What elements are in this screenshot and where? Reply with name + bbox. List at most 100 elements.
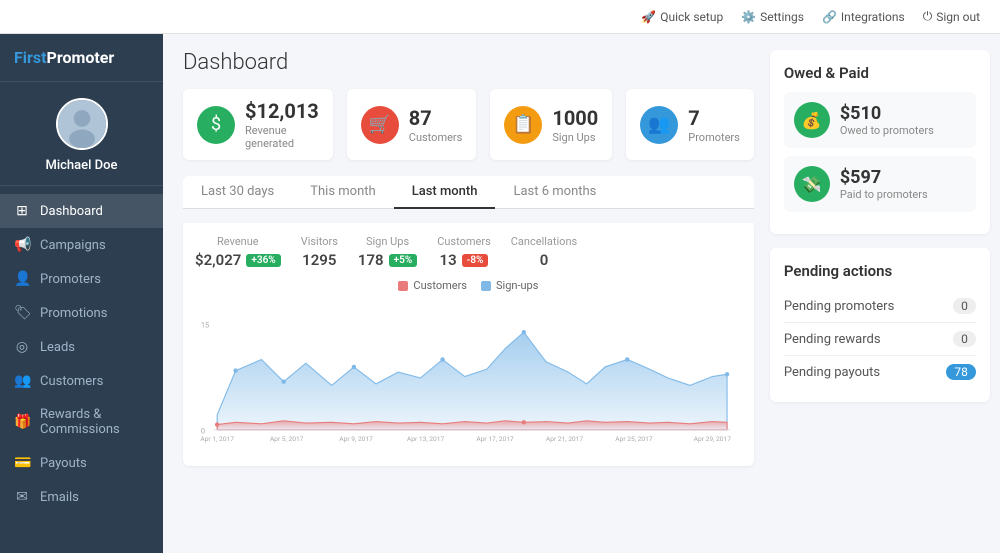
quick-setup-icon: 🚀 [641,10,656,24]
stat-customers-info: 87 Customers [409,106,463,144]
customers-value: 87 [409,106,463,130]
revenue-label: Revenue generated [245,124,319,150]
svg-text:Apr 29, 2017: Apr 29, 2017 [694,435,732,443]
chart-revenue-label: Revenue [195,235,281,248]
sidebar-item-customers[interactable]: 👥 Customers [0,364,163,398]
sidebar-item-promotions[interactable]: 🏷 Promotions [0,296,163,330]
chart-dot-red [522,420,526,424]
stats-row: $ $12,013 Revenue generated 🛒 87 Custome… [183,89,754,160]
stat-card-signups: 📋 1000 Sign Ups [490,89,612,160]
customers-stat-icon: 🛒 [361,106,399,144]
tab-lastmonth[interactable]: Last month [394,176,496,209]
owed-paid-title: Owed & Paid [784,64,976,82]
integrations-label: Integrations [841,10,905,24]
svg-text:15: 15 [201,321,209,330]
legend-signups-label: Sign-ups [496,279,538,292]
sidebar-item-campaigns[interactable]: 📢 Campaigns [0,228,163,262]
paid-info: $597 Paid to promoters [840,167,928,201]
rewards-icon: 🎁 [14,414,30,430]
quick-setup-nav[interactable]: 🚀 Quick setup [641,10,723,24]
pending-row-rewards: Pending rewards 0 [784,323,976,356]
pending-rewards-count: 0 [953,331,976,347]
settings-nav[interactable]: ⚙️ Settings [741,10,804,24]
signups-value: 1000 [552,106,598,130]
promoters-stat-icon: 👥 [640,106,678,144]
settings-label: Settings [760,10,804,24]
brand: FirstPromoter [0,34,163,82]
chart-revenue-value: $2,027 +36% [195,251,281,269]
chart-dot-red [215,422,219,426]
revenue-badge: +36% [246,254,280,267]
leads-icon: ◎ [14,339,30,355]
sidebar-promoters-label: Promoters [40,272,101,287]
chart-dot [281,379,285,383]
revenue-icon: $ [197,106,235,144]
promoters-icon: 👤 [14,271,30,287]
signout-nav[interactable]: ⏻ Sign out [923,9,980,24]
paid-card: 💸 $597 Paid to promoters [784,156,976,212]
stat-signups-info: 1000 Sign Ups [552,106,598,144]
pending-row-promoters: Pending promoters 0 [784,290,976,323]
sidebar-item-emails[interactable]: ✉ Emails [0,480,163,514]
tab-thismonth[interactable]: This month [292,176,393,209]
tab-last30[interactable]: Last 30 days [183,176,292,209]
sidebar-item-leads[interactable]: ◎ Leads [0,330,163,364]
chart-customers-value: 13 -8% [437,251,491,269]
sidebar-emails-label: Emails [40,490,79,505]
promoters-value: 7 [688,106,740,130]
sidebar-username: Michael Doe [45,158,117,173]
chart-stat-revenue: Revenue $2,027 +36% [195,235,281,269]
sidebar-item-rewards[interactable]: 🎁 Rewards & Commissions [0,398,163,446]
integrations-nav[interactable]: 🔗 Integrations [822,10,905,24]
chart-customers-label: Customers [437,235,491,248]
signout-icon: ⏻ [923,9,933,24]
integrations-icon: 🔗 [822,10,837,24]
sidebar-item-promoters[interactable]: 👤 Promoters [0,262,163,296]
signout-label: Sign out [936,10,980,24]
svg-text:Apr 1, 2017: Apr 1, 2017 [200,435,234,443]
brand-second: Promoter [47,48,115,67]
svg-text:Apr 21, 2017: Apr 21, 2017 [546,435,584,443]
signups-label: Sign Ups [552,131,598,144]
pending-title: Pending actions [784,262,976,280]
top-nav: 🚀 Quick setup ⚙️ Settings 🔗 Integrations… [0,0,1000,34]
chart-svg-wrapper: 15 0 [195,298,742,458]
sidebar-campaigns-label: Campaigns [40,238,106,253]
pending-promoters-count: 0 [953,298,976,314]
legend-signups: Sign-ups [481,279,538,292]
paid-icon: 💸 [794,166,830,202]
stat-card-customers: 🛒 87 Customers [347,89,477,160]
customers-label: Customers [409,131,463,144]
owed-info: $510 Owed to promoters [840,103,934,137]
chart-tabs: Last 30 days This month Last month Last … [183,176,754,209]
customers-badge: -8% [462,254,489,267]
sidebar-payouts-label: Payouts [40,456,87,471]
sidebar: FirstPromoter Michael Doe ⊞ Dashboard [0,34,163,553]
chart-stat-cancellations: Cancellations 0 [511,235,577,269]
tab-last6months[interactable]: Last 6 months [495,176,614,209]
sidebar-navigation: ⊞ Dashboard 📢 Campaigns 👤 Promoters 🏷 Pr… [0,186,163,553]
svg-text:Apr 5, 2017: Apr 5, 2017 [270,435,304,443]
chart-dot [625,357,629,361]
legend-customers: Customers [398,279,467,292]
svg-text:Apr 17, 2017: Apr 17, 2017 [476,435,514,443]
customers-icon: 👥 [14,373,30,389]
chart-dot [440,357,444,361]
chart-visitors-value: 1295 [301,251,338,269]
stat-card-revenue: $ $12,013 Revenue generated [183,89,333,160]
chart-stat-signups: Sign Ups 178 +5% [358,235,417,269]
pending-payouts-count: 78 [946,364,976,380]
pending-rewards-label: Pending rewards [784,332,881,347]
sidebar-item-dashboard[interactable]: ⊞ Dashboard [0,194,163,228]
signups-icon: 📋 [504,106,542,144]
svg-text:0: 0 [201,426,205,435]
revenue-value: $12,013 [245,99,319,123]
owed-icon: 💰 [794,102,830,138]
avatar-image [58,100,106,148]
legend-customers-label: Customers [413,279,467,292]
main-content-area: Dashboard $ $12,013 Revenue generated 🛒 … [163,34,1000,553]
owed-card: 💰 $510 Owed to promoters [784,92,976,148]
chart-cancellations-label: Cancellations [511,235,577,248]
sidebar-item-payouts[interactable]: 💳 Payouts [0,446,163,480]
signups-badge: +5% [389,254,418,267]
